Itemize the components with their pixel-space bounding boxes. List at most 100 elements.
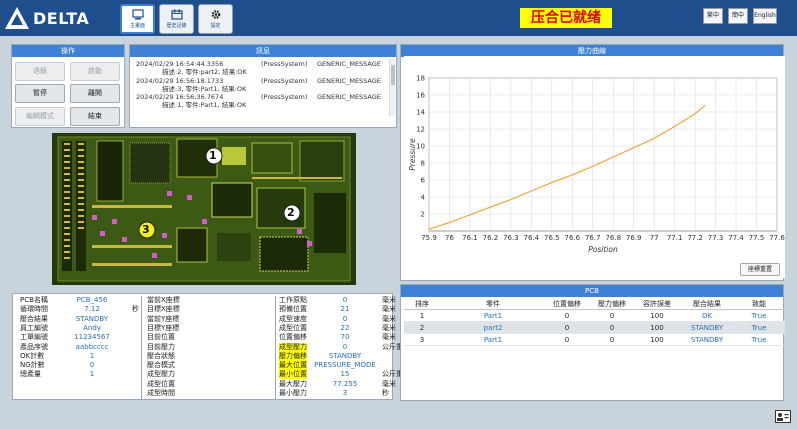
lang-traditional-button[interactable]: 繁中 — [703, 8, 723, 24]
column-header[interactable]: 容許誤差 — [636, 298, 678, 310]
table-cell: 0 — [564, 336, 570, 344]
tab-settings[interactable]: 設定 — [198, 4, 233, 34]
info-label: 壓合狀態 — [147, 351, 175, 360]
info-label: 最小壓力 — [279, 389, 307, 397]
pause-button[interactable]: 暫停 — [15, 84, 65, 103]
logo-text: DELTA — [33, 8, 90, 28]
info-label: 位置偏移 — [279, 333, 307, 342]
start-button[interactable]: 啟動 — [70, 62, 120, 81]
x-tick-label: 77.2 — [687, 234, 703, 242]
column-header[interactable]: 排序 — [406, 298, 438, 310]
lang-english-button[interactable]: English — [753, 8, 777, 24]
x-tick-label: 76.7 — [585, 234, 601, 242]
info-label: 目前位置 — [147, 333, 175, 342]
info-row: 循環時間 7.12 秒 — [20, 305, 162, 314]
table-cell: True — [751, 324, 767, 332]
pcb-marker-2: 2 — [287, 206, 295, 219]
table-cell: 3 — [419, 336, 425, 344]
info-row: 總產量 1 — [20, 370, 162, 379]
x-tick-label: 76.1 — [462, 234, 478, 242]
table-cell: 0 — [564, 312, 570, 320]
info-label: 總產量 — [20, 370, 41, 379]
info-label: 壓合模式 — [147, 361, 175, 370]
column-header[interactable]: 零件 — [464, 298, 522, 310]
end-button[interactable]: 結束 — [70, 107, 120, 126]
info-value: 1 — [89, 351, 95, 360]
info-value: STANDBY — [75, 314, 109, 323]
message-log[interactable]: 2024/02/29 16:54:44.3356 (PressSystem) GEN… — [136, 60, 384, 115]
table-cell: 0 — [609, 312, 615, 320]
info-label: 成型壓力 — [279, 342, 307, 352]
message-scrollbar[interactable] — [389, 59, 395, 116]
table-cell: 100 — [650, 312, 664, 320]
message-panel: 訊息 2024/02/29 16:54:44.3356 (PressSystem)… — [129, 44, 397, 128]
table-cell: 0 — [609, 336, 615, 344]
pcb-marker-3: 3 — [142, 223, 150, 236]
lang-simplified-button[interactable]: 簡中 — [728, 8, 748, 24]
message-detail: 描述:2, 零件:part2, 結果:OK — [162, 68, 247, 77]
info-row: 員工編號 Andy — [20, 324, 162, 333]
message-detail: 描述:3, 零件:Part1, 結果:OK — [162, 84, 247, 93]
info-label: 最大位置 — [279, 361, 307, 371]
process-info-panel: PCB名稱 PCB_456 循環時間 7.12 秒壓合結果 STANDBY 員工編號 Andy… — [12, 293, 658, 400]
tab-history[interactable]: 歷史記錄 — [159, 4, 194, 34]
info-value: aabbcccc — [75, 342, 109, 351]
reset-axes-button[interactable]: 座標重置 — [740, 263, 780, 276]
table-row[interactable]: 1 Part1 0 0 100 OK True — [404, 310, 785, 322]
info-label: NG計數 — [20, 361, 45, 370]
header-bar: DELTA 主畫面 歷史記錄 設定 压合已就绪 繁中 簡中 English — [0, 0, 797, 36]
info-label: 壓力偏移 — [279, 351, 307, 361]
calendar-icon — [170, 9, 183, 20]
tab-main[interactable]: 主畫面 — [120, 4, 155, 34]
retract-button[interactable]: 退錄 — [15, 62, 65, 81]
x-tick-label: 76.2 — [483, 234, 499, 242]
info-row: 工單編號 11234567 — [20, 333, 162, 342]
pressure-chart[interactable]: 75.9 76 76.1 76.2 76.3 76.4 76.5 76.6 76.7 76.8 76… — [404, 56, 785, 278]
y-tick-label: 10 — [416, 143, 425, 151]
info-label: OK計數 — [20, 351, 45, 360]
table-row[interactable]: 2 part2 0 0 100 STANDBY True — [404, 322, 785, 334]
edit-mode-button[interactable]: 編輯模式 — [15, 107, 65, 126]
table-cell: Part1 — [483, 312, 503, 320]
leave-button[interactable]: 離開 — [70, 84, 120, 103]
x-tick-label: 76.3 — [503, 234, 519, 242]
delta-logo: DELTA — [4, 5, 116, 31]
info-label: 循環時間 — [20, 305, 48, 314]
operation-panel: 操作 退錄 啟動 暫停 離開 編輯模式 結束 — [11, 44, 125, 128]
table-body: 1 Part1 0 0 100 OK True 2 part2 0 0 100 STANDBY True 3… — [404, 310, 785, 346]
table-cell: OK — [701, 312, 713, 320]
message-line: 2024/02/29 16:56:18.1733 (PressSystem) GEN… — [136, 76, 381, 85]
y-tick-label: 2 — [421, 211, 425, 219]
info-label: 目標Y座標 — [147, 323, 180, 332]
column-header[interactable]: 致能 — [740, 298, 778, 310]
info-row: 壓合結果 STANDBY — [20, 315, 162, 324]
user-card-icon[interactable] — [775, 410, 791, 423]
main-tabs: 主畫面 歷史記錄 設定 — [120, 4, 233, 34]
monitor-icon — [131, 9, 144, 20]
y-tick-label: 12 — [416, 126, 425, 134]
table-cell: 100 — [650, 336, 664, 344]
x-tick-label: 75.9 — [421, 234, 437, 242]
x-tick-label: 76.5 — [544, 234, 560, 242]
table-cell: 1 — [419, 312, 425, 320]
y-tick-label: 4 — [421, 194, 426, 202]
table-row[interactable]: 3 Part1 0 0 100 STANDBY True — [404, 334, 785, 346]
x-axis-label: Position — [588, 245, 618, 254]
pressure-chart-svg: 75.9 76 76.1 76.2 76.3 76.4 76.5 76.6 76.7 76.8 76… — [404, 56, 785, 278]
info-value: 1 — [89, 370, 95, 379]
info-value: Andy — [83, 323, 101, 332]
column-header[interactable]: 壓力偏移 — [592, 298, 632, 310]
info-value: PCB_456 — [76, 296, 108, 304]
column-header[interactable]: 壓合結果 — [682, 298, 732, 310]
message-detail: 描述:1, 零件:Part1, 結果:OK — [162, 101, 247, 110]
table-cell: Part1 — [483, 336, 503, 344]
info-value: 0 — [89, 361, 95, 370]
info-unit: 秒 — [132, 305, 139, 314]
column-header[interactable]: 位置偏移 — [544, 298, 590, 310]
x-tick-label: 77 — [650, 234, 659, 242]
info-label: 成型壓力 — [147, 370, 175, 379]
x-tick-label: 76 — [445, 234, 454, 242]
info-label: PCB名稱 — [20, 296, 48, 304]
info-label: 成型位置 — [147, 379, 175, 388]
y-tick-label: 16 — [416, 92, 425, 100]
